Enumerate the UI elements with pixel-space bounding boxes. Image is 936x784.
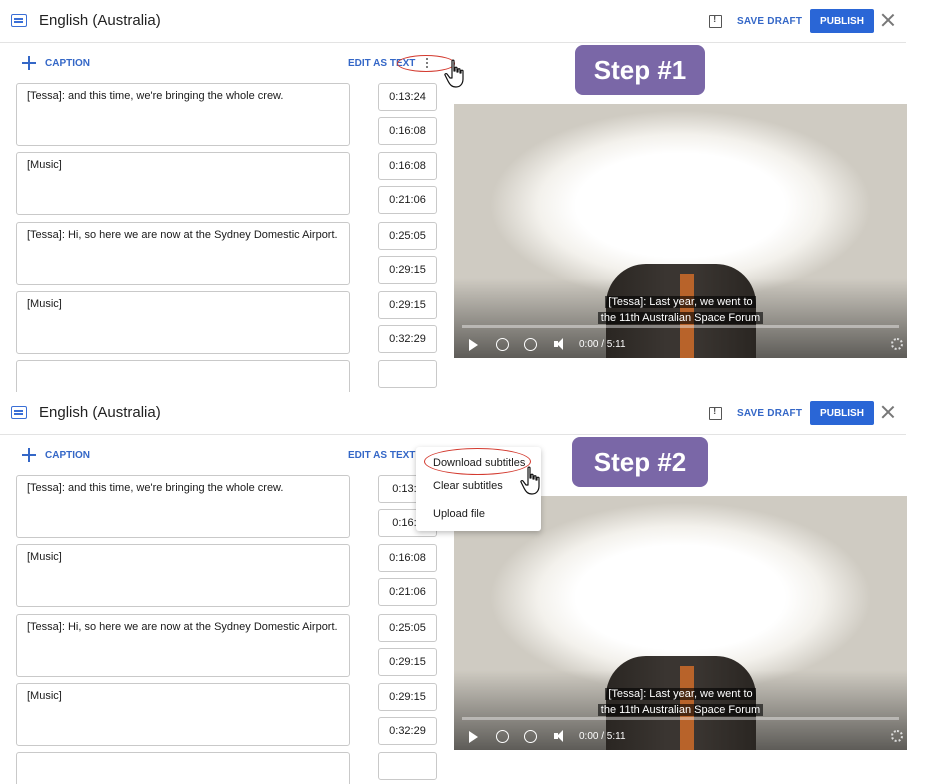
video-subtitle: [Tessa]: Last year, we went to the 11th … [454, 294, 907, 326]
caption-end-time[interactable]: 0:21:06 [378, 578, 437, 606]
editor-header: English (Australia) SAVE DRAFT PUBLISH [0, 0, 906, 43]
caption-start-time[interactable] [378, 752, 437, 780]
forward-icon[interactable] [524, 730, 537, 743]
add-caption-label: CAPTION [45, 58, 90, 69]
settings-icon[interactable] [891, 730, 903, 742]
feedback-icon[interactable] [709, 406, 722, 420]
subtitle-line: [Tessa]: Last year, we went to [605, 688, 756, 700]
volume-icon[interactable] [554, 338, 568, 350]
language-icon [11, 14, 27, 27]
caption-end-time[interactable]: 0:16:08 [378, 117, 437, 145]
play-icon[interactable] [469, 339, 478, 351]
rewind-icon[interactable] [496, 730, 509, 743]
video-timecode: 0:00 / 5:11 [579, 339, 626, 350]
save-draft-button[interactable]: SAVE DRAFT [737, 16, 802, 27]
language-icon [11, 406, 27, 419]
caption-text-field[interactable]: [Music] [16, 291, 350, 354]
forward-icon[interactable] [524, 338, 537, 351]
step1-panel: English (Australia) SAVE DRAFT PUBLISH C… [0, 0, 936, 392]
publish-button[interactable]: PUBLISH [810, 9, 874, 33]
progress-bar[interactable] [462, 717, 899, 720]
menu-item-clear-subtitles[interactable]: Clear subtitles [433, 480, 503, 492]
subtitle-line: the 11th Australian Space Forum [597, 704, 764, 716]
caption-end-time[interactable]: 0:21:06 [378, 186, 437, 214]
editor-header: English (Australia) SAVE DRAFT PUBLISH [0, 392, 906, 435]
settings-icon[interactable] [891, 338, 903, 350]
plus-icon [22, 448, 36, 462]
caption-text-field[interactable]: [Music] [16, 544, 350, 607]
caption-start-time[interactable] [378, 360, 437, 388]
caption-end-time[interactable]: 0:32:29 [378, 717, 437, 745]
video-player[interactable]: [Tessa]: Last year, we went to the 11th … [454, 104, 907, 358]
caption-start-time[interactable]: 0:16:08 [378, 152, 437, 180]
publish-button[interactable]: PUBLISH [810, 401, 874, 425]
caption-text-field[interactable]: [Tessa]: and this time, we're bringing t… [16, 83, 350, 146]
caption-text-field[interactable] [16, 752, 350, 784]
menu-item-upload-file[interactable]: Upload file [433, 508, 485, 520]
caption-text-field[interactable]: [Tessa]: Hi, so here we are now at the S… [16, 222, 350, 285]
caption-text-field[interactable]: [Tessa]: Hi, so here we are now at the S… [16, 614, 350, 677]
feedback-icon[interactable] [709, 14, 722, 28]
caption-text-field[interactable]: [Tessa]: and this time, we're bringing t… [16, 475, 350, 538]
caption-start-time[interactable]: 0:13:24 [378, 83, 437, 111]
volume-icon[interactable] [554, 730, 568, 742]
caption-start-time[interactable]: 0:16:08 [378, 544, 437, 572]
video-subtitle: [Tessa]: Last year, we went to the 11th … [454, 686, 907, 718]
highlight-ring [424, 448, 531, 475]
step-badge: Step #1 [575, 45, 705, 95]
plus-icon [22, 56, 36, 70]
language-title: English (Australia) [39, 12, 161, 29]
add-caption-label: CAPTION [45, 450, 90, 461]
step-badge: Step #2 [572, 437, 708, 487]
language-title: English (Australia) [39, 404, 161, 421]
caption-start-time[interactable]: 0:25:05 [378, 614, 437, 642]
caption-text-field[interactable]: [Music] [16, 152, 350, 215]
save-draft-button[interactable]: SAVE DRAFT [737, 408, 802, 419]
caption-start-time[interactable]: 0:29:15 [378, 291, 437, 319]
caption-end-time[interactable]: 0:32:29 [378, 325, 437, 353]
video-player[interactable]: [Tessa]: Last year, we went to the 11th … [454, 496, 907, 750]
close-icon[interactable] [880, 404, 896, 420]
caption-text-field[interactable]: [Music] [16, 683, 350, 746]
edit-as-text-button[interactable]: EDIT AS TEXT [348, 450, 415, 461]
pointer-hand-icon [520, 466, 540, 495]
pointer-hand-icon [444, 59, 464, 88]
video-timecode: 0:00 / 5:11 [579, 731, 626, 742]
caption-end-time[interactable]: 0:29:15 [378, 648, 437, 676]
progress-bar[interactable] [462, 325, 899, 328]
subtitle-line: the 11th Australian Space Forum [597, 312, 764, 324]
play-icon[interactable] [469, 731, 478, 743]
close-icon[interactable] [880, 12, 896, 28]
caption-text-field[interactable] [16, 360, 350, 392]
caption-start-time[interactable]: 0:29:15 [378, 683, 437, 711]
rewind-icon[interactable] [496, 338, 509, 351]
caption-end-time[interactable]: 0:29:15 [378, 256, 437, 284]
caption-start-time[interactable]: 0:25:05 [378, 222, 437, 250]
subtitle-line: [Tessa]: Last year, we went to [605, 296, 756, 308]
